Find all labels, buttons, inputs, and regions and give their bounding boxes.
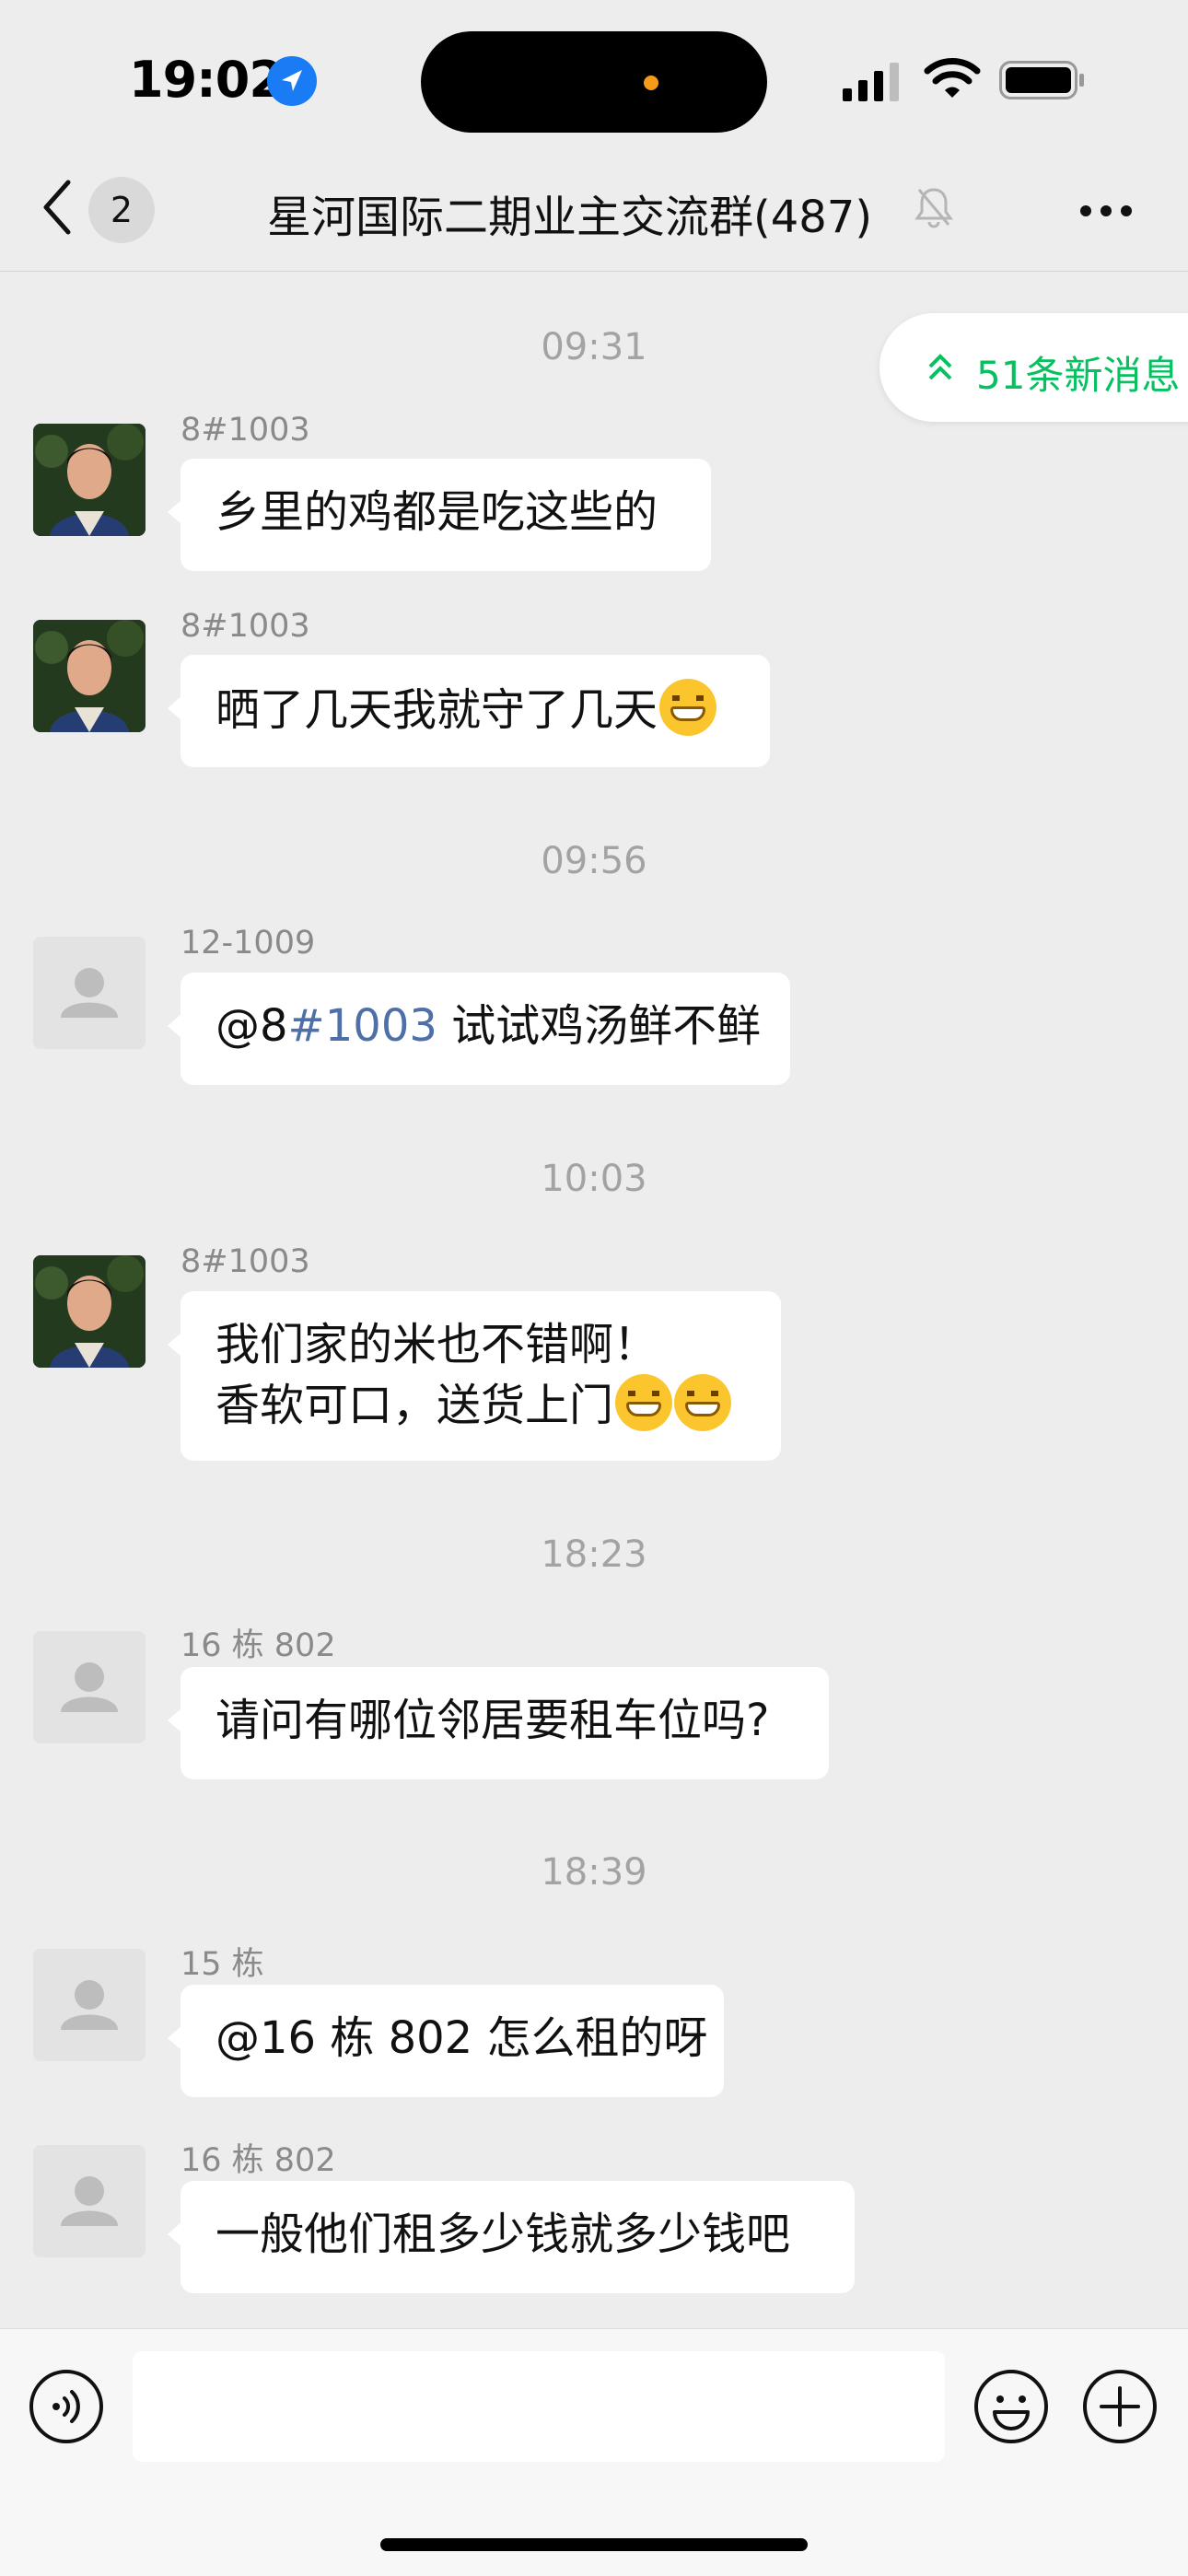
grinning-emoji-icon [674, 1374, 732, 1431]
home-indicator[interactable] [380, 2538, 808, 2551]
message-bubble[interactable]: 乡里的鸡都是吃这些的 [168, 459, 711, 571]
dynamic-island [421, 31, 767, 133]
message-bubble[interactable]: 晒了几天我就守了几天 [168, 655, 770, 767]
battery-icon [999, 61, 1084, 99]
timestamp: 10:03 [541, 1158, 647, 1200]
camera-indicator-dot [644, 76, 658, 90]
sender-name: 8#1003 [181, 1243, 310, 1280]
avatar[interactable] [33, 424, 146, 536]
timestamp: 09:31 [541, 326, 647, 368]
sender-name: 8#1003 [181, 412, 310, 449]
avatar[interactable] [33, 937, 146, 1049]
message-text: @16 栋 802 怎么租的呀 [215, 2012, 708, 2064]
timestamp: 18:39 [541, 1851, 647, 1894]
mention-prefix: @8 [215, 1000, 288, 1052]
avatar[interactable] [33, 2145, 146, 2257]
timestamp: 09:56 [541, 840, 647, 882]
avatar[interactable] [33, 1255, 146, 1368]
timestamp: 18:23 [541, 1533, 647, 1576]
avatar[interactable] [33, 1949, 146, 2061]
plus-more-icon[interactable] [1081, 2368, 1159, 2445]
sender-name: 15 栋 [181, 1946, 264, 1983]
message-bubble[interactable]: @16 栋 802 怎么租的呀 [168, 1985, 724, 2097]
emoji-picker-icon[interactable] [973, 2368, 1050, 2445]
sender-name: 16 栋 802 [181, 1627, 336, 1664]
grinning-emoji-icon [659, 679, 717, 736]
avatar[interactable] [33, 620, 146, 732]
message-bubble[interactable]: 我们家的米也不错啊！ 香软可口，送货上门 [168, 1291, 781, 1461]
location-arrow-icon [267, 56, 317, 106]
mute-bell-icon [914, 188, 953, 228]
grinning-emoji-icon [615, 1374, 673, 1431]
message-text-line: 我们家的米也不错啊！ [215, 1319, 658, 1370]
wifi-icon [924, 58, 981, 98]
message-text: 晒了几天我就守了几天 [215, 684, 658, 736]
voice-input-icon[interactable] [28, 2368, 105, 2445]
status-bar: 19:02 [0, 0, 1188, 157]
message-text: 请问有哪位邻居要租车位吗? [215, 1695, 770, 1746]
cellular-signal-icon [843, 63, 899, 101]
chat-title[interactable]: 星河国际二期业主交流群(487) [267, 181, 872, 245]
message-bubble[interactable]: @8#1003 试试鸡汤鲜不鲜 [168, 973, 790, 1085]
sender-name: 12-1009 [181, 925, 316, 962]
message-bubble[interactable]: 一般他们租多少钱就多少钱吧 [168, 2181, 855, 2293]
message-text-line: 香软可口，送货上门 [215, 1380, 614, 1431]
message-text: 一般他们租多少钱就多少钱吧 [215, 2209, 791, 2260]
message-text: 试试鸡汤鲜不鲜 [437, 1000, 762, 1052]
chat-header: 2 星河国际二期业主交流群(487) [0, 157, 1188, 272]
message-bubble[interactable]: 请问有哪位邻居要租车位吗? [168, 1667, 829, 1779]
sender-name: 8#1003 [181, 608, 310, 645]
status-time: 19:02 [129, 51, 284, 109]
more-options-icon[interactable] [1077, 201, 1135, 221]
back-chevron-icon[interactable] [37, 175, 77, 239]
mention-link[interactable]: #1003 [288, 1000, 437, 1052]
avatar[interactable] [33, 1631, 146, 1743]
unread-count-badge[interactable]: 2 [88, 177, 155, 243]
sender-name: 16 栋 802 [181, 2142, 336, 2179]
message-input[interactable] [133, 2351, 945, 2462]
message-text: 乡里的鸡都是吃这些的 [215, 486, 658, 538]
